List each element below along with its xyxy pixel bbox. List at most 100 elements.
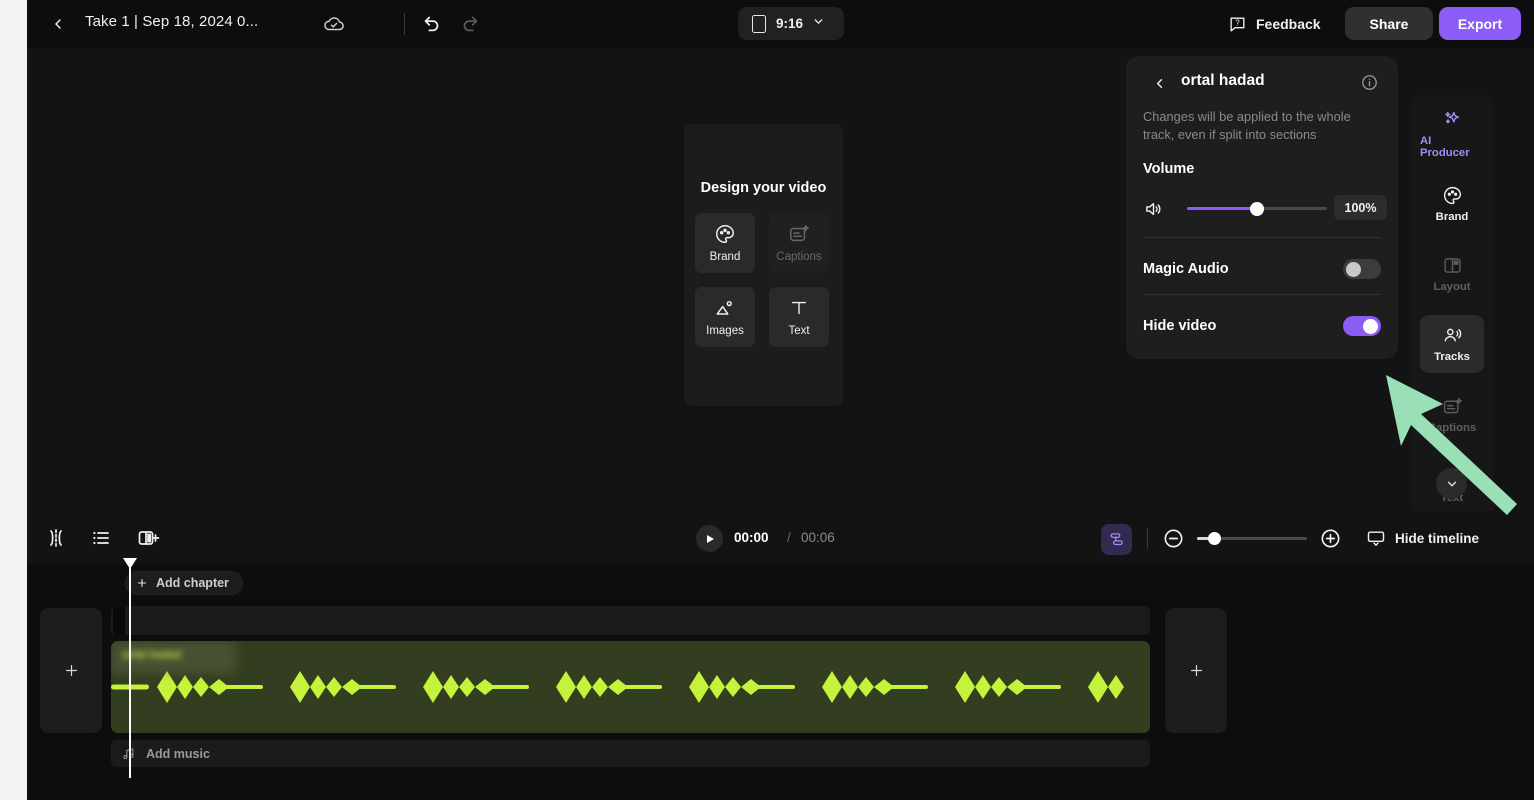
design-tile-text[interactable]: Text [769, 287, 829, 347]
aspect-ratio-selector[interactable]: 9:16 [738, 7, 844, 40]
svg-text:?: ? [1235, 18, 1240, 27]
sidebar-item-label: AI Producer [1420, 135, 1470, 159]
snap-tracks-button[interactable] [1101, 524, 1132, 555]
tools-sidebar: AI Producer Brand Layout Tracks Captions [1411, 95, 1493, 540]
video-editor-app: Take 1 | Sep 18, 2024 0... 9:16 ? Feedba… [27, 0, 1534, 800]
zoom-slider[interactable] [1197, 532, 1307, 545]
feedback-button[interactable]: ? Feedback [1228, 12, 1321, 36]
palette-icon [1443, 186, 1461, 205]
panel-title: ortal hadad [1181, 72, 1265, 89]
add-music-label: Add music [146, 746, 210, 761]
plus-icon [137, 578, 147, 588]
add-track-right-button[interactable] [1165, 608, 1227, 733]
add-scene-button[interactable] [136, 526, 160, 550]
sparkle-wand-icon [1444, 111, 1459, 124]
speaker-volume-icon [1143, 199, 1164, 219]
play-button[interactable] [696, 525, 723, 552]
app-header: Take 1 | Sep 18, 2024 0... 9:16 ? Feedba… [27, 0, 1534, 48]
phone-portrait-icon [752, 14, 766, 33]
video-canvas: Design your video Brand Captions Images … [27, 48, 1534, 540]
sidebar-item-captions: Captions [1420, 386, 1484, 444]
design-tile-brand[interactable]: Brand [695, 213, 755, 273]
track-settings-panel: ortal hadad Changes will be applied to t… [1126, 56, 1398, 359]
audio-waveform [111, 671, 1124, 703]
redo-button[interactable] [459, 12, 483, 36]
toggle-knob [1346, 261, 1361, 277]
timeline-ruler[interactable] [111, 606, 1150, 635]
add-scene-icon [138, 531, 160, 545]
export-button[interactable]: Export [1439, 7, 1521, 40]
design-tile-label: Text [788, 325, 810, 337]
sidebar-item-tracks[interactable]: Tracks [1420, 315, 1484, 373]
panel-back-button[interactable] [1149, 73, 1169, 93]
total-time: 00:06 [801, 530, 835, 545]
toolbar-divider [1147, 528, 1148, 549]
hide-video-row: Hide video [1143, 311, 1381, 341]
zoom-in-button[interactable] [1319, 527, 1343, 551]
timeline-ruler-start-marker [113, 606, 125, 635]
design-tile-label: Captions [776, 251, 822, 263]
design-card-title: Design your video [700, 180, 827, 196]
share-button[interactable]: Share [1345, 7, 1433, 40]
hide-timeline-label: Hide timeline [1395, 530, 1480, 546]
design-tile-grid: Brand Captions Images Text [695, 213, 829, 347]
sidebar-item-label: Captions [1427, 422, 1477, 434]
add-chapter-button[interactable]: Add chapter [125, 571, 243, 595]
design-tile-label: Images [706, 325, 744, 337]
current-time: 00:00 [734, 530, 769, 545]
add-music-track[interactable]: Add music [111, 740, 1150, 767]
captions-sparkle-icon [790, 225, 809, 242]
people-tracks-icon [1444, 328, 1461, 342]
zoom-slider-thumb[interactable] [1208, 532, 1222, 545]
design-your-video-card: Design your video Brand Captions Images … [684, 124, 843, 406]
list-view-icon [93, 531, 109, 545]
volume-slider-thumb[interactable] [1250, 201, 1264, 216]
back-button[interactable] [45, 11, 71, 37]
sidebar-item-label: Brand [1435, 211, 1469, 223]
project-title: Take 1 | Sep 18, 2024 0... [85, 13, 259, 30]
timeline-toolbar: 00:00 / 00:06 Hide timeline [27, 511, 1534, 565]
list-view-button[interactable] [89, 526, 113, 550]
volume-slider[interactable] [1187, 201, 1327, 216]
text-t-icon [791, 301, 807, 315]
chevron-left-icon [55, 19, 61, 29]
captions-sparkle-icon [1443, 397, 1462, 414]
chevron-left-icon [1156, 78, 1162, 88]
info-button[interactable] [1361, 74, 1378, 91]
volume-label: Volume [1143, 161, 1195, 177]
add-track-left-button[interactable] [40, 608, 102, 733]
design-tile-images[interactable]: Images [695, 287, 755, 347]
volume-value[interactable]: 100% [1334, 195, 1387, 220]
zoom-out-button[interactable] [1162, 527, 1186, 551]
volume-control-row: 100% [1143, 195, 1387, 223]
sidebar-item-brand[interactable]: Brand [1420, 175, 1484, 233]
panel-divider [1143, 237, 1381, 238]
magic-audio-toggle[interactable] [1343, 259, 1381, 279]
playhead-line[interactable] [129, 565, 131, 778]
panel-subtitle: Changes will be applied to the whole tra… [1143, 109, 1351, 142]
hide-video-toggle[interactable] [1343, 316, 1381, 336]
hide-timeline-button[interactable]: Hide timeline [1366, 526, 1479, 550]
monitor-collapse-icon [1367, 531, 1385, 546]
volume-slider-fill [1187, 207, 1257, 210]
sidebar-item-label: Tracks [1434, 351, 1470, 363]
feedback-label: Feedback [1256, 16, 1321, 32]
plus-icon [1190, 664, 1202, 677]
split-clip-icon [50, 529, 62, 547]
magic-audio-label: Magic Audio [1143, 261, 1229, 277]
undo-button[interactable] [421, 12, 445, 36]
undo-icon [424, 16, 439, 32]
timeline-area: Add chapter ortal hadad Add music [27, 558, 1534, 800]
layout-panels-icon [1443, 258, 1461, 273]
hide-video-label: Hide video [1143, 318, 1217, 334]
split-clip-button[interactable] [44, 526, 68, 550]
play-icon [706, 534, 714, 543]
info-circle-icon [1362, 75, 1377, 90]
sidebar-more-button[interactable] [1436, 468, 1467, 499]
sidebar-item-ai-producer[interactable]: AI Producer [1420, 105, 1484, 163]
snap-tracks-icon [1110, 533, 1123, 546]
audio-clip[interactable]: ortal hadad [111, 641, 1150, 733]
design-tile-captions: Captions [769, 213, 829, 273]
design-tile-label: Brand [709, 251, 741, 263]
zoom-out-icon [1164, 529, 1183, 548]
